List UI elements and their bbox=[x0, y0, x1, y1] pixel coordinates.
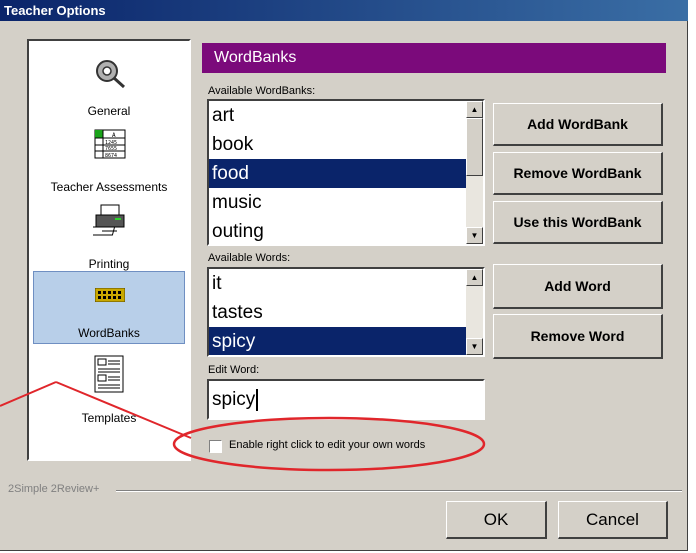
annotation-overlay bbox=[0, 381, 486, 472]
annotation-ellipse bbox=[172, 416, 486, 472]
annotation-pointer-line bbox=[55, 381, 192, 439]
annotation-pointer-line bbox=[0, 381, 57, 407]
